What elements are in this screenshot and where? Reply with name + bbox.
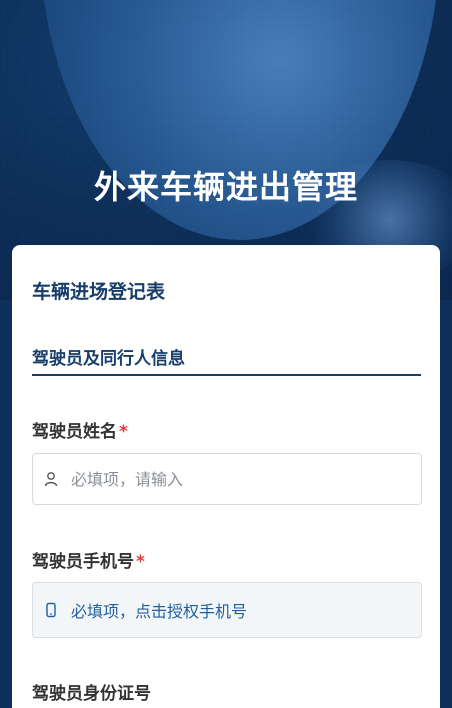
driver-id-label: 驾驶员身份证号 xyxy=(32,679,151,704)
section-divider xyxy=(32,374,421,376)
driver-name-input[interactable] xyxy=(71,469,391,489)
authorize-phone-text: 必填项，点击授权手机号 xyxy=(71,602,248,621)
authorize-phone-button[interactable]: 必填项，点击授权手机号 xyxy=(32,582,422,638)
required-mark: * xyxy=(119,422,128,442)
driver-phone-label-text: 驾驶员手机号 xyxy=(32,552,134,572)
phone-icon xyxy=(43,602,59,618)
form-title: 车辆进场登记表 xyxy=(32,281,166,303)
app-title: 外来车辆进出管理 xyxy=(93,168,358,206)
driver-id-label-text: 驾驶员身份证号 xyxy=(32,684,151,704)
section-heading: 驾驶员及同行人信息 xyxy=(32,349,185,369)
form-card: 车辆进场登记表 驾驶员及同行人信息 驾驶员姓名* 驾驶员手机号* 必填项，点击授… xyxy=(12,245,440,708)
required-mark: * xyxy=(136,552,145,572)
driver-name-field[interactable] xyxy=(32,453,422,505)
driver-name-label-text: 驾驶员姓名 xyxy=(32,422,117,442)
driver-phone-label: 驾驶员手机号 * xyxy=(32,547,145,572)
user-icon xyxy=(43,471,59,487)
driver-name-label: 驾驶员姓名 * xyxy=(32,417,128,442)
